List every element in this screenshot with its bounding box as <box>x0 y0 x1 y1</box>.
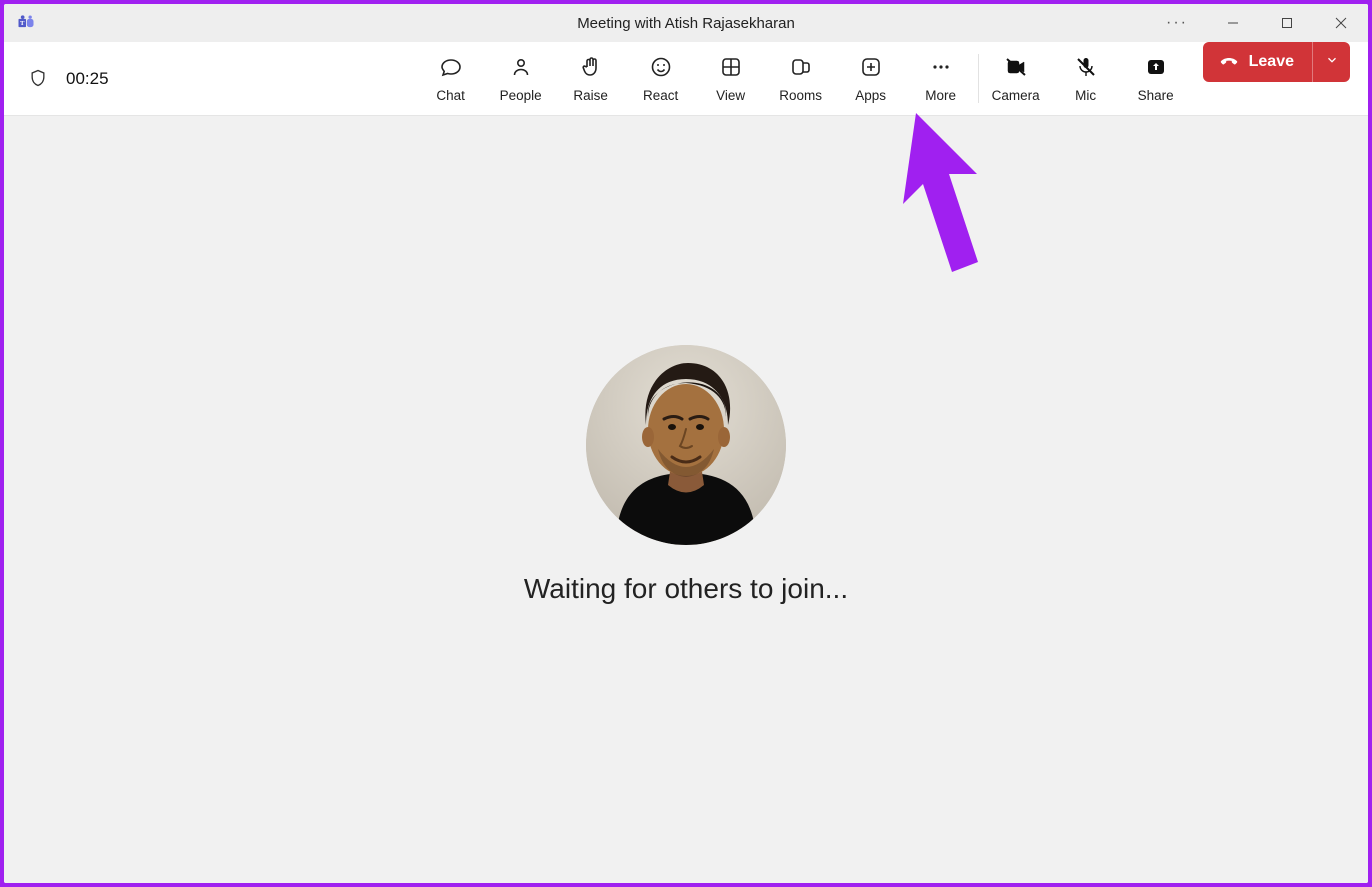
people-button[interactable]: People <box>486 42 556 115</box>
more-ellipsis-icon <box>929 55 953 82</box>
leave-options-button[interactable] <box>1312 42 1350 82</box>
raise-hand-icon <box>579 55 603 82</box>
action-label: Rooms <box>779 88 822 103</box>
call-timer: 00:25 <box>66 69 109 89</box>
participant-avatar <box>586 345 786 545</box>
action-label: Apps <box>855 88 886 103</box>
action-label: View <box>716 88 745 103</box>
leave-label: Leave <box>1249 53 1294 71</box>
action-label: More <box>925 88 956 103</box>
mic-button[interactable]: Mic <box>1051 42 1121 115</box>
shield-icon[interactable] <box>28 68 48 90</box>
app-window: T Meeting with Atish Rajasekharan ··· 00… <box>4 4 1368 883</box>
waiting-text: Waiting for others to join... <box>524 573 848 605</box>
action-label: People <box>500 88 542 103</box>
action-label: Camera <box>992 88 1040 103</box>
toolbar-divider <box>978 54 979 103</box>
apps-plus-icon <box>859 55 883 82</box>
leave-main[interactable]: Leave <box>1203 42 1312 82</box>
minimize-button[interactable] <box>1206 4 1260 42</box>
svg-text:T: T <box>20 20 25 27</box>
view-button[interactable]: View <box>696 42 766 115</box>
meeting-toolbar: 00:25 Chat People Raise React View <box>4 42 1368 116</box>
action-label: React <box>643 88 678 103</box>
chat-icon <box>439 55 463 82</box>
action-label: Share <box>1138 88 1174 103</box>
window-controls: ··· <box>1148 4 1368 42</box>
hangup-icon <box>1219 50 1239 75</box>
leave-button[interactable]: Leave <box>1203 42 1350 82</box>
meeting-stage: Waiting for others to join... <box>4 116 1368 883</box>
toolbar-actions: Chat People Raise React View Rooms <box>416 42 1368 115</box>
camera-off-icon <box>1004 55 1028 82</box>
action-label: Chat <box>436 88 465 103</box>
rooms-icon <box>789 55 813 82</box>
mic-off-icon <box>1074 55 1098 82</box>
raise-button[interactable]: Raise <box>556 42 626 115</box>
teams-app-icon: T <box>16 13 36 33</box>
maximize-button[interactable] <box>1260 4 1314 42</box>
close-button[interactable] <box>1314 4 1368 42</box>
rooms-button[interactable]: Rooms <box>766 42 836 115</box>
react-button[interactable]: React <box>626 42 696 115</box>
share-screen-icon <box>1144 55 1168 82</box>
chevron-down-icon <box>1325 53 1339 72</box>
smiley-icon <box>649 55 673 82</box>
action-label: Mic <box>1075 88 1096 103</box>
chat-button[interactable]: Chat <box>416 42 486 115</box>
titlebar-more-icon[interactable]: ··· <box>1148 14 1206 32</box>
action-label: Raise <box>573 88 608 103</box>
titlebar: T Meeting with Atish Rajasekharan ··· <box>4 4 1368 42</box>
camera-button[interactable]: Camera <box>981 42 1051 115</box>
view-grid-icon <box>719 55 743 82</box>
more-button[interactable]: More <box>906 42 976 115</box>
people-icon <box>509 55 533 82</box>
apps-button[interactable]: Apps <box>836 42 906 115</box>
share-button[interactable]: Share <box>1121 42 1191 115</box>
